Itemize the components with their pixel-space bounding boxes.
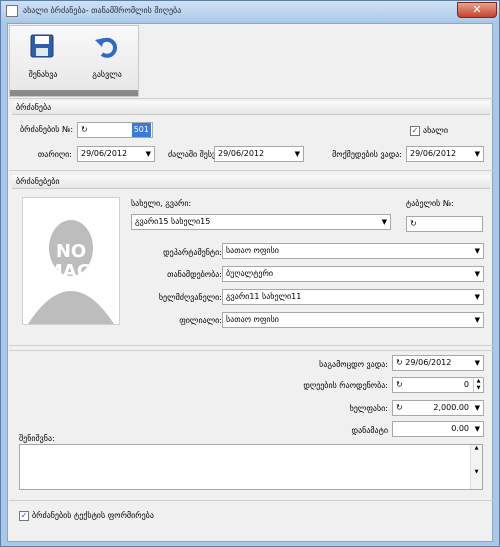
notes-scrollbar[interactable]: ▲ ▼ xyxy=(470,445,482,489)
date-label: თარიღი: xyxy=(37,150,72,159)
app-icon xyxy=(6,5,18,17)
app-window: ახალი ბრძანება- თანამშრომლის მიღება ✕ შე… xyxy=(0,0,500,547)
toolbar: შენახვა გასვლა xyxy=(9,25,139,97)
name-value: გვარი15 სახელი15 xyxy=(135,217,211,226)
undo-icon xyxy=(95,37,118,58)
department-label: დეპარტამენტი: xyxy=(163,248,222,257)
branch-value: სათაო ოფისი xyxy=(226,315,279,324)
probation-field[interactable]: ↻ 29/06/2012 ▼ xyxy=(392,355,484,371)
salary-field[interactable]: ↻ 2,000.00 ▼ xyxy=(392,400,484,416)
department-field[interactable]: სათაო ოფისი ▼ xyxy=(222,243,484,259)
order-number-label: ბრძანების №: xyxy=(20,125,74,134)
position-label: თანამდებობა: xyxy=(167,270,222,279)
salary-value: 2,000.00 xyxy=(433,403,469,412)
refresh-icon[interactable]: ↻ xyxy=(396,380,403,389)
print-checkbox[interactable]: ✓ xyxy=(19,511,29,521)
refresh-icon[interactable]: ↻ xyxy=(81,125,88,134)
effective-field[interactable]: 29/06/2012 ▼ xyxy=(406,146,484,162)
vacation-days-stepper[interactable]: ↻ 0 ▲ ▼ xyxy=(392,377,484,393)
form-body: შენახვა გასვლა ბრძანება ბრძანების №: ↻ 5… xyxy=(7,23,493,542)
chevron-down-icon[interactable]: ▼ xyxy=(475,422,480,436)
chevron-down-icon[interactable]: ▼ xyxy=(475,267,480,281)
chevron-down-icon[interactable]: ▼ xyxy=(295,147,300,161)
order-number-field[interactable]: ↻ 501 xyxy=(77,122,153,138)
chevron-down-icon[interactable]: ▼ xyxy=(475,290,480,304)
bonus-value: 0.00 xyxy=(451,424,469,433)
probation-label: საგამოცდო ვადა: xyxy=(319,360,388,369)
spinner-icon[interactable]: ▲ ▼ xyxy=(473,378,483,392)
vacation-days-value: 0 xyxy=(463,380,469,389)
chevron-down-icon[interactable]: ▼ xyxy=(475,313,480,327)
regime-field[interactable]: 29/06/2012 ▼ xyxy=(214,146,304,162)
new-label: ახალი xyxy=(423,126,448,135)
refresh-icon[interactable]: ↻ xyxy=(396,358,405,367)
divider xyxy=(9,350,493,351)
save-button[interactable]: შენახვა xyxy=(12,30,74,85)
toolbar-strip xyxy=(10,90,138,96)
notes-label: შენიშვნა: xyxy=(19,434,55,443)
position-value: ბუღალტერი xyxy=(226,269,273,278)
chevron-down-icon[interactable]: ▼ xyxy=(146,147,151,161)
save-label: შენახვა xyxy=(28,70,58,79)
chevron-down-icon[interactable]: ▼ xyxy=(475,244,480,258)
effective-label: მოქმედების ვადა: xyxy=(332,150,402,159)
order-section-header: ბრძანება xyxy=(12,101,490,115)
effective-value: 29/06/2012 xyxy=(410,149,457,158)
date-field[interactable]: 29/06/2012 ▼ xyxy=(77,146,155,162)
name-field[interactable]: გვარი15 სახელი15 ▼ xyxy=(131,214,391,230)
refresh-icon[interactable]: ↻ xyxy=(396,403,403,412)
print-label: ბრძანების ტექსტის ფორმირება xyxy=(32,511,154,520)
chevron-down-icon[interactable]: ▼ xyxy=(475,147,480,161)
vacation-days-label: დღეების რაოდენობა: xyxy=(303,381,388,390)
employee-photo: NO IMAGE xyxy=(22,197,120,325)
chevron-down-icon[interactable]: ▼ xyxy=(475,401,480,415)
divider xyxy=(9,500,493,501)
manager-field[interactable]: გვარი11 სახელი11 ▼ xyxy=(222,289,484,305)
bonus-label: დანამატი xyxy=(351,426,388,435)
regime-value: 29/06/2012 xyxy=(218,149,265,158)
title-bar: ახალი ბრძანება- თანამშრომლის მიღება ✕ xyxy=(1,1,499,21)
exit-button[interactable]: გასვლა xyxy=(76,30,138,85)
probation-value: 29/06/2012 xyxy=(405,358,452,367)
table-number-label: ტაბელის №: xyxy=(406,199,454,208)
name-label: სახელი, გვარი: xyxy=(131,199,192,208)
manager-value: გვარი11 სახელი11 xyxy=(226,292,302,301)
orders-section-header: ბრძანებები xyxy=(12,175,490,189)
photo-placeholder-text: NO IMAGE xyxy=(38,241,104,282)
date-value: 29/06/2012 xyxy=(81,149,128,158)
position-field[interactable]: ბუღალტერი ▼ xyxy=(222,266,484,282)
regime-label: ძალაში შესვლა: xyxy=(168,150,232,159)
refresh-icon[interactable]: ↻ xyxy=(410,219,417,228)
order-number-value: 501 xyxy=(131,123,151,137)
department-value: სათაო ოფისი xyxy=(226,246,279,255)
divider xyxy=(9,170,493,171)
new-checkbox[interactable]: ✓ xyxy=(410,126,420,136)
salary-label: ხელფასი: xyxy=(349,404,388,413)
close-window-button[interactable]: ✕ xyxy=(457,2,497,18)
bonus-field[interactable]: 0.00 ▼ xyxy=(392,421,484,437)
branch-field[interactable]: სათაო ოფისი ▼ xyxy=(222,312,484,328)
chevron-down-icon[interactable]: ▼ xyxy=(382,215,387,229)
exit-label: გასვლა xyxy=(92,70,122,79)
table-number-field[interactable]: ↻ xyxy=(406,216,483,232)
branch-label: ფილიალი: xyxy=(179,316,222,325)
divider xyxy=(9,345,493,346)
save-icon xyxy=(30,34,54,58)
manager-label: ხელმძღვანელი: xyxy=(158,293,222,302)
chevron-down-icon[interactable]: ▼ xyxy=(475,356,480,370)
window-title: ახალი ბრძანება- თანამშრომლის მიღება xyxy=(23,6,182,15)
divider xyxy=(9,98,493,99)
notes-textarea[interactable]: ▲ ▼ xyxy=(19,444,483,490)
